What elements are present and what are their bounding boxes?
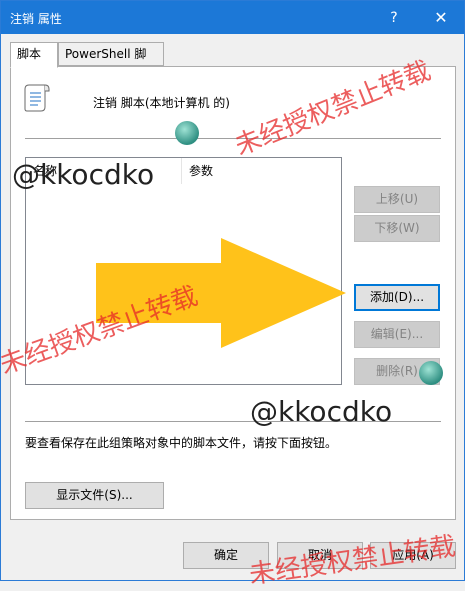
apply-button[interactable]: 应用(A) (370, 542, 456, 569)
cancel-button[interactable]: 取消 (277, 542, 363, 569)
remove-button[interactable]: 删除(R) (354, 358, 440, 385)
properties-dialog: 注销 属性 ? ✕ 脚本 PowerShell 脚本 注销 脚本(本地计算机 的… (0, 0, 465, 581)
tab-scripts[interactable]: 脚本 (10, 42, 58, 68)
window-title: 注销 属性 (10, 12, 62, 26)
column-header-name[interactable]: 名称 (26, 158, 182, 184)
info-text: 要查看保存在此组策略对象中的脚本文件，请按下面按钮。 (25, 436, 338, 450)
script-list[interactable]: 名称 参数 (25, 157, 342, 385)
move-down-button[interactable]: 下移(W) (354, 215, 440, 242)
tab-powershell-scripts[interactable]: PowerShell 脚本 (58, 42, 164, 83)
header-label: 注销 脚本(本地计算机 的) (93, 96, 230, 110)
divider-top (25, 138, 441, 139)
close-button[interactable]: ✕ (426, 6, 456, 30)
edit-button[interactable]: 编辑(E)... (354, 321, 440, 348)
ok-button[interactable]: 确定 (183, 542, 269, 569)
divider-bottom (25, 421, 441, 422)
add-button[interactable]: 添加(D)... (354, 284, 440, 311)
show-files-button[interactable]: 显示文件(S)... (25, 482, 164, 509)
title-bar: 注销 属性 ? ✕ (1, 1, 464, 34)
column-header-parameters[interactable]: 参数 (182, 158, 341, 184)
help-button[interactable]: ? (379, 6, 409, 30)
script-icon (24, 84, 50, 112)
move-up-button[interactable]: 上移(U) (354, 186, 440, 213)
